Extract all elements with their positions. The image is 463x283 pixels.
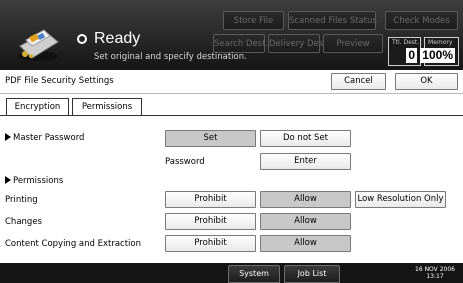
preview-button[interactable]: Preview <box>323 34 383 53</box>
content-copying-label: Content Copying and Extraction <box>5 239 141 249</box>
title-bar: PDF File Security Settings <box>0 70 463 94</box>
memory-value: 100% <box>420 48 455 63</box>
status-title: Ready <box>94 30 141 47</box>
store-file-button[interactable]: Store File <box>223 11 284 30</box>
content-copying-allow-button[interactable]: Allow <box>260 235 351 252</box>
page-title: PDF File Security Settings <box>5 76 114 86</box>
content-copying-prohibit-button[interactable]: Prohibit <box>165 235 256 252</box>
ok-button[interactable]: OK <box>395 73 458 90</box>
master-password-heading: Master Password <box>5 133 84 143</box>
status-message: Set original and specify destination. <box>94 52 247 62</box>
password-enter-button[interactable]: Enter <box>260 153 351 170</box>
delivery-dest-button[interactable]: Delivery Dest. <box>268 34 329 53</box>
scanner-icon <box>18 29 59 61</box>
changes-allow-button[interactable]: Allow <box>260 213 351 230</box>
memory-counter: Memory 100% <box>420 37 459 66</box>
password-label: Password <box>165 157 205 167</box>
date-time-display: 16 NOV 2006 13:17 <box>411 266 459 280</box>
date-text: 16 NOV 2006 <box>415 266 455 273</box>
system-status-button[interactable]: System Status <box>228 265 280 283</box>
total-destinations-value: 0 <box>406 48 417 63</box>
memory-label: Memory <box>428 39 453 46</box>
screen: Store File Scanned Files Status Check Mo… <box>0 0 463 283</box>
master-password-label: Master Password <box>13 133 85 143</box>
changes-prohibit-button[interactable]: Prohibit <box>165 213 256 230</box>
time-text: 13:17 <box>426 273 444 280</box>
printing-label: Printing <box>5 195 38 205</box>
total-destinations-counter: Ttl. Dest. 0 <box>388 37 421 66</box>
tab-encryption[interactable]: Encryption <box>6 98 69 115</box>
footer-bar: System Status Job List 16 NOV 2006 13:17 <box>0 263 463 283</box>
cancel-button[interactable]: Cancel <box>331 73 386 90</box>
tab-divider <box>0 115 463 116</box>
job-list-button[interactable]: Job List <box>284 265 340 283</box>
tab-permissions[interactable]: Permissions <box>72 98 142 116</box>
search-dest-button[interactable]: Search Dest. <box>213 34 268 53</box>
printing-low-resolution-button[interactable]: Low Resolution Only <box>355 191 446 208</box>
changes-label: Changes <box>5 217 42 227</box>
triangle-right-icon <box>5 176 11 184</box>
printing-allow-button[interactable]: Allow <box>260 191 351 208</box>
ready-status-icon <box>77 34 87 44</box>
permissions-label: Permissions <box>13 176 64 186</box>
permissions-heading: Permissions <box>5 176 63 186</box>
scanned-files-status-button[interactable]: Scanned Files Status <box>288 11 377 30</box>
check-modes-button[interactable]: Check Modes <box>385 11 458 30</box>
printing-prohibit-button[interactable]: Prohibit <box>165 191 256 208</box>
master-password-do-not-set-button[interactable]: Do not Set <box>260 130 351 147</box>
total-destinations-label: Ttl. Dest. <box>392 39 420 46</box>
triangle-right-icon <box>5 133 11 141</box>
master-password-set-button[interactable]: Set <box>165 130 256 147</box>
status-header: Store File Scanned Files Status Check Mo… <box>0 0 463 70</box>
